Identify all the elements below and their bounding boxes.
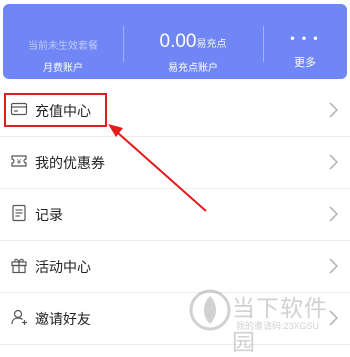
svg-text:¥: ¥ [17,158,22,166]
more-button[interactable]: • • • 更多 [263,4,347,79]
balance-account-label: 易充点账户 [168,63,218,74]
document-icon [12,204,26,222]
chevron-right-icon [329,102,338,118]
chevron-right-icon [329,154,338,170]
account-header: 当前未生效套餐 月费账户 0.00易充点 易充点账户 • • • 更多 [3,4,347,79]
coupon-icon: ¥ [11,155,27,167]
menu-item-label: 我的优惠券 [35,155,105,171]
menu-item-label: 记录 [35,207,63,223]
highlight-box [4,93,107,127]
watermark: 当下软件园 我的邀请码:23XGSU [188,286,346,355]
menu-item-label: 邀请好友 [35,311,91,327]
monthly-account-label: 月费账户 [43,63,83,74]
balance-display: 0.00易充点 [123,31,263,53]
menu-item-my-coupons[interactable]: ¥ 我的优惠券 [0,137,350,189]
balance-value: 0.00 [159,31,197,52]
package-status: 当前未生效套餐 [28,41,98,52]
balance-unit: 易充点 [196,39,227,50]
more-dots-icon: • • • [290,31,320,45]
balance-account[interactable]: 0.00易充点 易充点账户 [123,4,263,79]
chevron-right-icon [329,206,338,222]
person-add-icon [11,309,27,325]
monthly-account[interactable]: 当前未生效套餐 月费账户 [3,4,123,79]
chevron-right-icon [329,258,338,274]
more-label: 更多 [294,57,316,69]
watermark-logo-icon [189,289,231,331]
menu-item-label: 活动中心 [35,259,91,275]
gift-icon [11,258,27,274]
menu-item-records[interactable]: 记录 [0,189,350,241]
watermark-subtitle: 我的邀请码:23XGSU [236,321,320,331]
